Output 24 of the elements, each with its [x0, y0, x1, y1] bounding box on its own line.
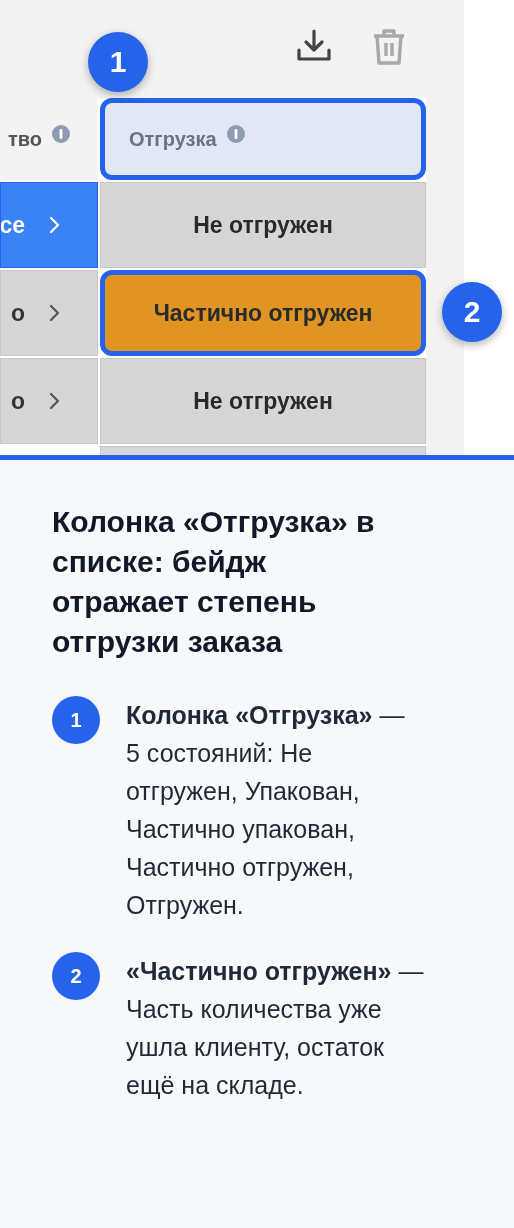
column-header[interactable]: Отгрузка [100, 98, 426, 180]
column-label: Отгрузка [129, 127, 217, 151]
status-badge: Не отгружен [100, 358, 426, 444]
step-marker: 2 [52, 952, 100, 1000]
step-marker: 1 [88, 32, 148, 92]
cell-text: о [10, 387, 25, 415]
chevron-right-icon [49, 215, 61, 235]
column-label: тво [7, 127, 42, 151]
step-description: «Частично отгружен» — Часть количества уже ушла клиенту, остаток ещё на складе. [126, 956, 424, 1101]
cell-text: се [1, 211, 25, 239]
status-badge: Частично отгружен [100, 270, 426, 356]
cell-text: о [10, 299, 25, 327]
table-cell[interactable]: о [0, 270, 98, 356]
table-cell[interactable]: се [0, 182, 98, 268]
panel-title: Колонка «Отгрузка» в списке: бейдж отражает степень отгрузки заказа [52, 504, 376, 660]
download-button[interactable] [296, 28, 332, 64]
chevron-right-icon [49, 391, 61, 411]
table-cell[interactable]: о [0, 358, 98, 444]
step-marker: 1 [52, 696, 100, 744]
chevron-right-icon [49, 303, 61, 323]
step-description: Колонка «Отгрузка» — 5 состояний: Не отгружен, Упакован, Частично упакован, Частично отгружен, Отгружен. [126, 700, 406, 921]
step-marker: 2 [442, 282, 502, 342]
status-badge: Не отгружен [100, 182, 426, 268]
column-header[interactable]: тво [0, 98, 98, 180]
